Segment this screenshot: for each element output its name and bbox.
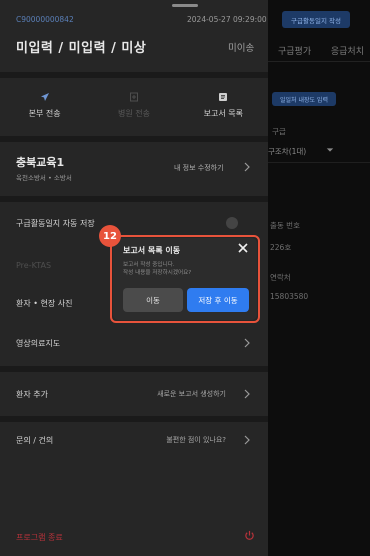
photos-label: 환자 • 현장 사진 [16,298,73,308]
modal-message-line: 보고서 작성 중입니다. [123,262,175,268]
tab-evaluation[interactable]: 구급평가 [278,44,311,57]
modal-message: 보고서 작성 중입니다. 작성 내용을 저장하시겠어요? [123,262,247,277]
close-icon[interactable] [237,242,249,254]
inquiry-row[interactable]: 문의 / 건의 불편한 점이 있나요? [0,422,268,458]
send-icon [40,92,49,101]
org-sub: 옥천소방서 • 소방서 [16,174,72,182]
report-list-modal: 보고서 목록 이동 보고서 작성 중입니다. 작성 내용을 저장하시겠어요? 이… [113,238,257,320]
step-badge: 12 [99,225,121,247]
prektas-label: Pre-KTAS [16,260,52,270]
record-id: C90000000842 [16,15,74,24]
bg-value: 15803580 [270,292,309,301]
background-tabs: 구급평가 응급처치 [268,40,370,62]
save-and-move-button[interactable]: 저장 후 이동 [187,288,249,312]
hospital-icon [129,92,138,101]
divider [0,72,268,78]
divider [0,136,268,142]
send-hospital-label: 병원 전송 [118,108,150,118]
divider [0,196,268,202]
tab-first-aid[interactable]: 응급처치 [331,44,364,57]
bg-value: 226호 [270,243,292,252]
divider [0,366,268,372]
chevron-right-icon [244,435,250,445]
org-name: 충북교육1 [16,156,65,169]
dropdown-arrow-icon[interactable] [326,146,334,154]
chevron-right-icon[interactable] [242,162,252,172]
transport-status: 미이송 [228,43,255,54]
exit-program-button[interactable]: 프로그램 종료 [16,532,63,543]
chevron-right-icon [244,389,250,399]
move-button[interactable]: 이동 [123,288,183,312]
autosave-label: 구급활동일지 자동 저장 [16,218,95,228]
add-patient-hint: 새로운 보고서 생성하기 [157,390,226,398]
edit-profile-link[interactable]: 내 정보 수정하기 [174,163,224,173]
report-list-button[interactable]: 보고서 목록 [179,82,268,128]
modal-message-line: 작성 내용을 저장하시겠어요? [123,269,192,276]
power-icon[interactable] [244,530,255,541]
autosave-toggle[interactable] [226,217,238,229]
list-icon [219,92,228,101]
video-guidance-row[interactable]: 영상의료지도 [0,325,268,361]
inquiry-label: 문의 / 건의 [16,435,54,445]
modal-title: 보고서 목록 이동 [123,246,181,255]
record-datetime: 2024-05-27 09:29:00 [187,15,267,24]
send-hq-button[interactable]: 본부 전송 [0,82,89,128]
send-hospital-button[interactable]: 병원 전송 [89,82,178,128]
drag-handle[interactable] [172,4,198,7]
bg-label: 연락처 [270,273,291,282]
video-guidance-label: 영상의료지도 [16,338,61,348]
add-patient-row[interactable]: 환자 추가 새로운 보고서 생성하기 [0,376,268,412]
chevron-right-icon [244,338,250,348]
bg-label: 출동 번호 [270,221,300,230]
send-hq-label: 본부 전송 [28,108,61,118]
bg-label: 구급 [272,127,286,136]
page-title: 미입력 / 미입력 / 미상 [16,41,147,56]
bg-value: 구조차(1대) [268,147,307,156]
report-list-label: 보고서 목록 [203,108,243,118]
inquiry-hint: 불편한 점이 있나요? [166,436,226,444]
action-bar: 본부 전송 병원 전송 보고서 목록 [0,82,268,128]
add-patient-label: 환자 추가 [16,389,48,399]
load-button[interactable]: 일일처 내장도 입력 [272,92,336,106]
write-report-button[interactable]: 구급활동일지 작성 [282,11,350,28]
